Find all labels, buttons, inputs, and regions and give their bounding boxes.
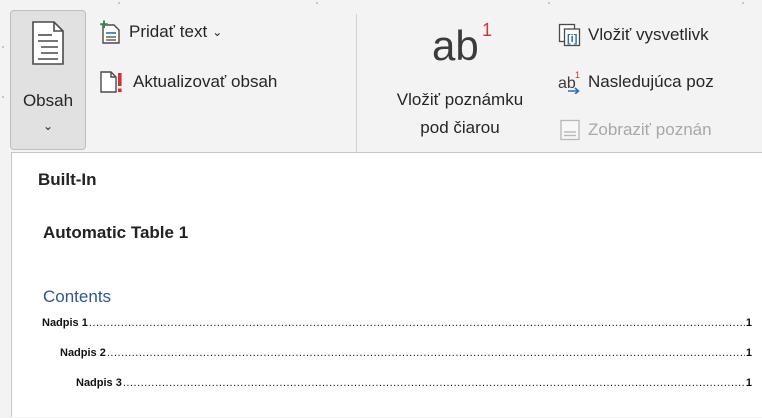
table-of-contents-icon <box>32 21 64 65</box>
insert-footnote-label: Vložiť poznámku pod čiarou <box>396 90 524 137</box>
ribbon-dot <box>2 96 4 98</box>
contents-heading: Contents <box>43 287 112 306</box>
ribbon-dot <box>742 2 744 4</box>
toc-entry: Nadpis 1 1 <box>42 317 752 329</box>
insert-endnote-button[interactable]: [i] Vložiť vysvetlivk <box>558 22 709 48</box>
chevron-down-icon: ⌄ <box>212 25 223 39</box>
leader-dots <box>107 347 745 359</box>
table-of-contents-dropdown: Built-In Automatic Table 1 Contents Nadp… <box>11 152 762 417</box>
ribbon-dot <box>2 46 4 48</box>
automatic-table-1-option[interactable]: Automatic Table 1 Contents Nadpis 1 1 Na… <box>24 205 760 418</box>
toc-entry: Nadpis 3 1 <box>76 377 752 389</box>
footnote-icon: ab 1 <box>432 20 493 69</box>
insert-endnote-label: Vložiť vysvetlivk <box>588 25 709 44</box>
add-text-icon <box>100 20 120 44</box>
add-text-button[interactable]: Pridať text ⌄ <box>99 18 222 46</box>
show-notes-icon <box>560 119 580 141</box>
table-of-contents-label: Obsah <box>22 91 74 110</box>
references-ribbon: Obsah ⌄ Pridať text ⌄ Aktualizovať obsah… <box>0 0 762 152</box>
svg-text:ab: ab <box>558 75 576 92</box>
next-footnote-button[interactable]: ab 1 Nasledujúca poz <box>558 69 714 95</box>
leader-dots <box>89 317 745 329</box>
leader-dots <box>123 377 745 389</box>
svg-text:1: 1 <box>575 70 580 80</box>
toc-entry: Nadpis 2 1 <box>60 347 752 359</box>
update-table-icon <box>100 71 122 93</box>
ribbon-dot <box>118 2 120 4</box>
show-notes-label: Zobraziť poznán <box>588 120 712 139</box>
ribbon-dot <box>316 2 318 4</box>
ribbon-dot <box>548 2 550 4</box>
update-table-label: Aktualizovať obsah <box>133 72 278 91</box>
section-header: Built-In <box>38 170 97 189</box>
table-of-contents-button[interactable]: Obsah ⌄ <box>10 10 86 150</box>
insert-endnote-icon: [i] <box>558 23 581 47</box>
chevron-down-icon: ⌄ <box>42 119 54 133</box>
next-footnote-icon: ab 1 <box>558 70 580 94</box>
update-table-button[interactable]: Aktualizovať obsah <box>99 68 277 96</box>
group-separator <box>356 14 357 152</box>
next-footnote-label: Nasledujúca poz <box>588 72 714 91</box>
svg-text:[i]: [i] <box>567 33 578 45</box>
add-text-label: Pridať text <box>129 22 208 41</box>
show-notes-button[interactable]: Zobraziť poznán <box>558 117 712 143</box>
gallery-item-title: Automatic Table 1 <box>43 223 189 242</box>
